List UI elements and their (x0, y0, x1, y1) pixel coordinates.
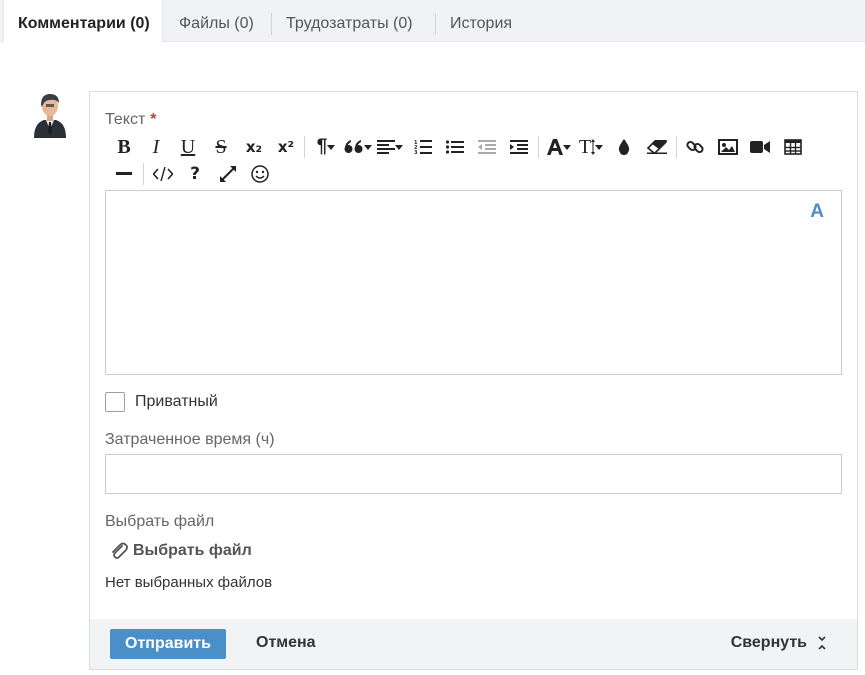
tab-divider (435, 13, 436, 35)
video-button[interactable] (747, 136, 773, 158)
image-button[interactable] (715, 136, 741, 158)
strikethrough-button[interactable]: S (208, 136, 234, 158)
tab-comments[interactable]: Комментарии (0) (3, 0, 163, 43)
tab-labor[interactable]: Трудозатраты (0) (286, 0, 413, 42)
bullet-list-button[interactable] (442, 136, 468, 158)
eraser-icon (647, 140, 667, 154)
blockquote-button[interactable] (343, 136, 373, 158)
collapse-button[interactable]: Свернуть (731, 634, 827, 652)
image-icon (718, 139, 738, 155)
italic-button[interactable]: I (143, 136, 169, 158)
toolbar-divider (538, 136, 539, 158)
quote-icon (344, 140, 363, 153)
ordered-list-button[interactable]: 1 2 3 (410, 136, 436, 158)
superscript-button[interactable]: x² (273, 136, 299, 158)
link-icon (686, 140, 704, 154)
paperclip-icon (112, 542, 128, 559)
choose-file-button[interactable]: Выбрать файл (110, 539, 252, 563)
submit-button[interactable]: Отправить (110, 629, 226, 659)
outdent-icon (478, 140, 496, 154)
font-color-icon (547, 139, 563, 155)
collapse-label: Свернуть (730, 634, 807, 651)
tab-files[interactable]: Файлы (0) (179, 0, 254, 42)
text-color-button[interactable] (544, 136, 574, 158)
private-label[interactable]: Приватный (135, 393, 218, 411)
indent-icon (510, 140, 528, 154)
time-spent-input[interactable] (105, 454, 842, 494)
file-label: Выбрать файл (105, 513, 215, 530)
toolbar-divider (676, 136, 677, 158)
table-button[interactable] (780, 136, 806, 158)
text-label: Текст * (105, 111, 157, 128)
comment-editor[interactable]: A (105, 190, 842, 375)
smiley-icon (251, 165, 269, 183)
tab-history[interactable]: История (450, 0, 512, 42)
paragraph-icon: ¶ (316, 136, 328, 157)
required-mark: * (150, 111, 157, 128)
comment-form: Текст * B I U S x₂ x² ¶ 1 2 3 T ? A Прив… (89, 91, 858, 670)
caret-down-icon (395, 144, 403, 150)
collapse-chevrons-icon (818, 636, 826, 650)
font-size-icon: T (578, 135, 592, 158)
editor-badge: A (810, 201, 824, 222)
svg-text:3: 3 (414, 150, 418, 155)
tab-divider (271, 13, 272, 35)
highlight-button[interactable] (611, 136, 637, 158)
link-button[interactable] (682, 136, 708, 158)
paragraph-style-button[interactable]: ¶ (311, 136, 341, 158)
horizontal-rule-icon (116, 172, 132, 175)
align-button[interactable] (375, 136, 405, 158)
fullscreen-button[interactable] (215, 163, 241, 185)
underline-button[interactable]: U (175, 136, 201, 158)
cancel-button[interactable]: Отмена (256, 634, 316, 652)
ordered-list-icon: 1 2 3 (414, 140, 432, 155)
choose-file-label: Выбрать файл (133, 542, 252, 559)
private-checkbox[interactable] (105, 392, 125, 412)
tint-drop-icon (618, 139, 630, 155)
align-left-icon (377, 140, 395, 154)
subscript-button[interactable]: x₂ (241, 136, 267, 158)
bullet-list-icon (446, 140, 464, 154)
time-spent-label: Затраченное время (ч) (105, 431, 275, 448)
video-camera-icon (750, 141, 770, 153)
user-avatar-icon (34, 94, 66, 138)
emoji-button[interactable] (247, 163, 273, 185)
caret-down-icon (563, 144, 571, 150)
caret-down-icon (595, 144, 604, 150)
form-footer: Отправить Отмена Свернуть (90, 619, 857, 669)
clear-format-button[interactable] (644, 136, 670, 158)
avatar (30, 90, 70, 138)
help-button[interactable]: ? (182, 163, 208, 185)
expand-icon (220, 166, 236, 182)
table-icon (784, 139, 802, 155)
toolbar-divider (304, 136, 305, 158)
tab-bar: Комментарии (0) Файлы (0) Трудозатраты (… (0, 0, 865, 43)
indent-button[interactable] (506, 136, 532, 158)
caret-down-icon (327, 144, 336, 150)
toolbar-divider (143, 163, 144, 185)
font-size-button[interactable]: T (576, 136, 606, 158)
outdent-button[interactable] (474, 136, 500, 158)
code-icon (153, 167, 173, 181)
caret-down-icon (364, 144, 372, 150)
horizontal-rule-button[interactable] (111, 163, 137, 185)
no-files-text: Нет выбранных файлов (105, 574, 273, 591)
bold-button[interactable]: B (111, 136, 137, 158)
code-view-button[interactable] (150, 163, 176, 185)
